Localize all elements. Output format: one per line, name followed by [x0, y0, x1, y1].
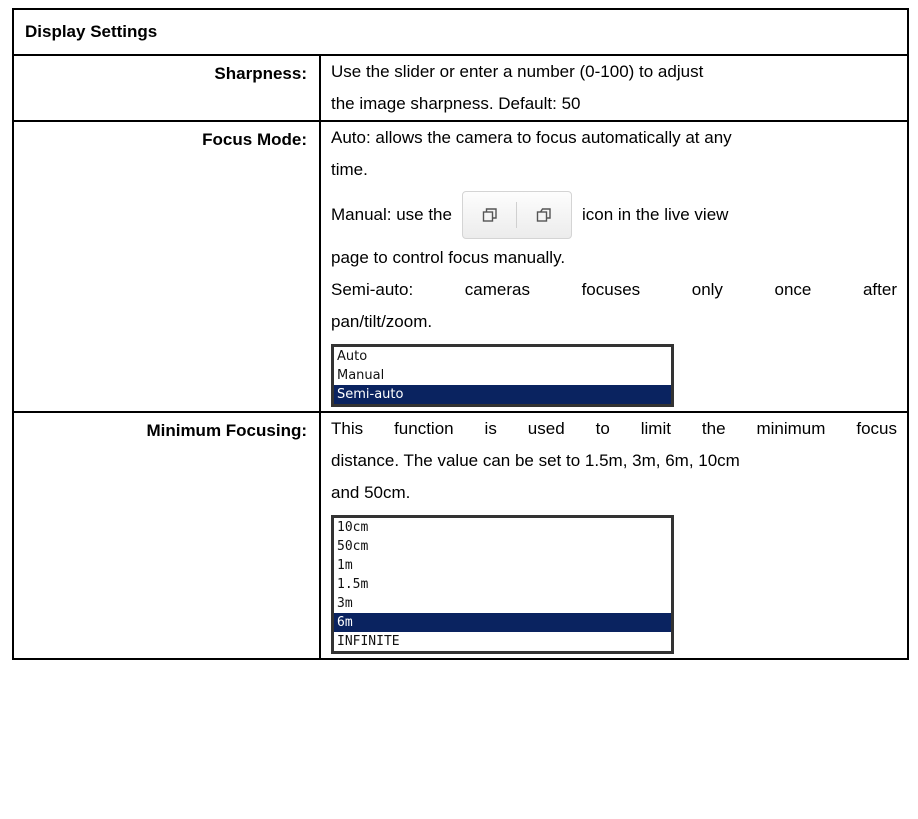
focus-option-auto[interactable]: Auto: [334, 347, 671, 366]
focus-mode-listbox[interactable]: Auto Manual Semi-auto: [331, 344, 674, 407]
focus-auto-line-2: time.: [331, 160, 368, 179]
focus-manual-suffix: icon in the live view: [581, 205, 729, 224]
focus-manual-prefix: Manual: use the: [331, 205, 452, 224]
focus-mode-label: Focus Mode:: [12, 120, 321, 413]
focus-manual-line: Manual: use the icon in the live view: [331, 190, 897, 240]
minimum-focusing-description: This function is used to limit the minim…: [319, 411, 909, 660]
minimum-focusing-label: Minimum Focusing:: [12, 411, 321, 660]
sharpness-label: Sharpness:: [12, 54, 321, 122]
display-settings-table: Display Settings Sharpness: Use the slid…: [12, 8, 909, 660]
focus-near-icon[interactable]: [463, 192, 517, 238]
sharpness-description: Use the slider or enter a number (0-100)…: [319, 54, 909, 122]
focus-manual-line-2: page to control focus manually.: [331, 248, 566, 267]
focus-option-semi-auto[interactable]: Semi-auto: [334, 385, 671, 404]
min-focus-option-10cm[interactable]: 10cm: [334, 518, 671, 537]
min-focus-line-2: distance. The value can be set to 1.5m, …: [331, 451, 740, 470]
min-focus-option-3m[interactable]: 3m: [334, 594, 671, 613]
minimum-focusing-row: Minimum Focusing: This function is used …: [12, 411, 909, 660]
sharpness-text-line-2: the image sharpness. Default: 50: [331, 94, 581, 113]
focus-auto-line-1: Auto: allows the camera to focus automat…: [331, 128, 732, 147]
sharpness-row: Sharpness: Use the slider or enter a num…: [12, 54, 909, 122]
min-focus-option-infinite[interactable]: INFINITE: [334, 632, 671, 651]
table-title: Display Settings: [12, 8, 909, 56]
min-focus-option-50cm[interactable]: 50cm: [334, 537, 671, 556]
sharpness-text-line-1: Use the slider or enter a number (0-100)…: [331, 62, 704, 81]
focus-far-icon[interactable]: [517, 192, 571, 238]
minimum-focusing-listbox[interactable]: 10cm 50cm 1m 1.5m 3m 6m INFINITE: [331, 515, 674, 654]
min-focus-option-1m[interactable]: 1m: [334, 556, 671, 575]
min-focus-line-1: This function is used to limit the minim…: [331, 419, 897, 438]
focus-icon-bar[interactable]: [461, 191, 572, 239]
min-focus-line-3: and 50cm.: [331, 483, 411, 502]
focus-mode-row: Focus Mode: Auto: allows the camera to f…: [12, 120, 909, 413]
focus-semi-line-1: Semi-auto: cameras focuses only once aft…: [331, 280, 897, 299]
focus-mode-description: Auto: allows the camera to focus automat…: [319, 120, 909, 413]
min-focus-option-1-5m[interactable]: 1.5m: [334, 575, 671, 594]
focus-option-manual[interactable]: Manual: [334, 366, 671, 385]
focus-semi-line-2: pan/tilt/zoom.: [331, 312, 433, 331]
min-focus-option-6m[interactable]: 6m: [334, 613, 671, 632]
